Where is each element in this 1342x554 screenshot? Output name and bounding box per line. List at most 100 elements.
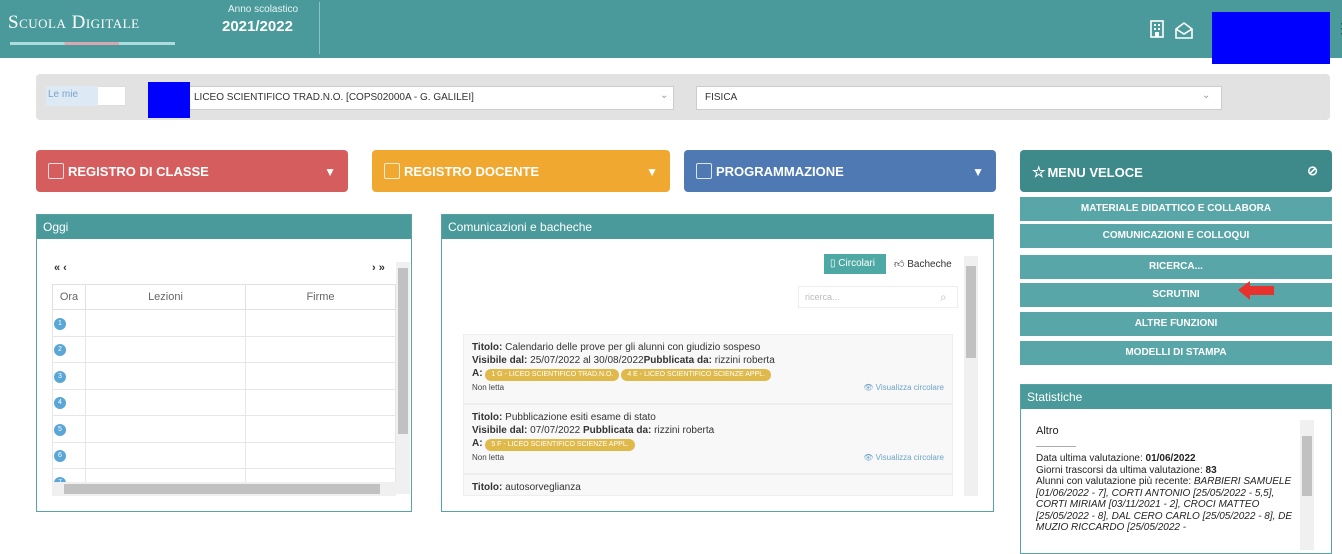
circolari-search-input[interactable]: ricerca...	[798, 286, 958, 308]
titolo-label: Titolo:	[472, 342, 503, 353]
stat-label: Data ultima valutazione:	[1036, 453, 1143, 464]
quick-item-scrutini[interactable]: SCRUTINI	[1020, 283, 1332, 307]
hour-badge[interactable]: 1	[54, 317, 66, 330]
comunicazioni-scroll-thumb[interactable]	[966, 266, 976, 358]
bookmark-icon: ▯	[830, 258, 836, 269]
registro-classe-button[interactable]: REGISTRO DI CLASSE ▼	[36, 150, 348, 192]
hour-badge[interactable]: 2	[54, 344, 66, 357]
table-row: 3	[52, 362, 396, 390]
table-row: 5	[52, 415, 396, 443]
statistiche-scroll-thumb[interactable]	[1302, 436, 1312, 496]
tab-bacheche[interactable]: 👍︎ Bacheche	[888, 254, 964, 274]
eye-icon: 👁︎	[863, 383, 874, 392]
signature-cell[interactable]	[245, 362, 396, 390]
visualizza-circolare-link[interactable]: 👁︎ Visualizza circolare	[863, 381, 944, 394]
chevron-down-icon[interactable]: ⌄	[660, 90, 668, 101]
tab-circolari[interactable]: ▯ Circolari	[824, 254, 886, 274]
stat-divider: --------------------	[1036, 443, 1076, 450]
tab-bacheche-label: Bacheche	[907, 259, 952, 270]
school-year-label: Anno scolastico	[228, 4, 299, 15]
quick-item-modelli-stampa[interactable]: MODELLI DI STAMPA	[1020, 341, 1332, 365]
prev-day-button[interactable]: « ‹	[54, 262, 67, 274]
caret-down-icon: ▼	[972, 165, 984, 179]
quick-item-altre-funzioni[interactable]: ALTRE FUNZIONI	[1020, 312, 1332, 336]
quick-item-materiale[interactable]: MATERIALE DIDATTICO E COLLABORA	[1020, 197, 1332, 221]
programmazione-button[interactable]: PROGRAMMAZIONE ▼	[684, 150, 996, 192]
oggi-title: Oggi	[37, 215, 411, 239]
logo-underline	[10, 42, 175, 45]
thumbs-up-icon: 👍︎	[894, 259, 905, 270]
next-day-button[interactable]: › »	[372, 262, 385, 274]
lesson-cell[interactable]	[85, 441, 246, 469]
visualizza-label: Visualizza circolare	[875, 383, 944, 392]
read-status: Non letta	[472, 383, 505, 392]
list-icon	[48, 163, 64, 179]
lesson-cell[interactable]	[85, 362, 246, 390]
circolare-dates: 07/07/2022	[530, 425, 581, 436]
circolare-author: rizzini roberta	[714, 355, 775, 366]
circolare-item[interactable]: Titolo: Calendario delle prove per gli a…	[463, 334, 953, 404]
hour-badge[interactable]: 6	[54, 450, 66, 463]
chart-icon	[696, 163, 712, 179]
circolare-item[interactable]: Titolo: Pubblicazione esiti esame di sta…	[463, 404, 953, 474]
signature-cell[interactable]	[245, 309, 396, 337]
signature-cell[interactable]	[245, 441, 396, 469]
circolare-item[interactable]: Titolo: autosorveglianza	[463, 474, 953, 496]
oggi-scroll-thumb[interactable]	[398, 268, 408, 434]
building-icon[interactable]	[1148, 20, 1166, 38]
table-row: 2	[52, 335, 396, 363]
lesson-cell[interactable]	[85, 309, 246, 337]
lesson-cell[interactable]	[85, 335, 246, 363]
user-avatar[interactable]	[1212, 12, 1330, 64]
hour-badge[interactable]: 3	[54, 370, 66, 383]
registro-classe-label: REGISTRO DI CLASSE	[68, 164, 209, 179]
hour-badge[interactable]: 5	[54, 423, 66, 436]
app-logo[interactable]: Scuola Digitale	[8, 12, 140, 34]
stat-section-title: Altro	[1036, 425, 1059, 437]
school-select[interactable]: LICEO SCIENTIFICO TRAD.N.O. [COPS02000A …	[190, 86, 674, 110]
pubblicata-label: Pubblicata da:	[583, 425, 652, 436]
red-arrow-annotation	[1236, 278, 1276, 304]
visualizza-label: Visualizza circolare	[875, 453, 944, 462]
subject-select[interactable]: FISICA	[696, 86, 1222, 110]
class-avatar	[148, 82, 190, 118]
visibile-label: Visibile dal:	[472, 425, 528, 436]
class-select-value[interactable]: Le mie	[46, 86, 98, 106]
lessons-table: Ora Lezioni Firme 1 2 3 4 5 6 7	[52, 284, 396, 496]
stat-label: Alunni con valutazione più recente:	[1036, 476, 1192, 487]
menu-veloce-label: MENU VELOCE	[1047, 165, 1143, 180]
visualizza-circolare-link[interactable]: 👁︎ Visualizza circolare	[863, 451, 944, 464]
registro-docente-button[interactable]: REGISTRO DOCENTE ▼	[372, 150, 670, 192]
programmazione-label: PROGRAMMAZIONE	[716, 164, 844, 179]
menu-veloce-header[interactable]: ☆ MENU VELOCE ⊘	[1020, 150, 1332, 192]
comunicazioni-title: Comunicazioni e bacheche	[442, 215, 993, 239]
signature-cell[interactable]	[245, 335, 396, 363]
mail-icon[interactable]	[1174, 22, 1194, 40]
settings-icon[interactable]: ⊘	[1307, 163, 1318, 179]
oggi-hscroll-thumb[interactable]	[64, 484, 380, 494]
circolare-title: autosorveglianza	[505, 482, 581, 493]
search-icon[interactable]: ⌕	[940, 290, 947, 305]
signature-cell[interactable]	[245, 415, 396, 443]
caret-down-icon: ▼	[646, 165, 658, 179]
quick-item-comunicazioni[interactable]: COMUNICAZIONI E COLLOQUI	[1020, 224, 1332, 248]
quick-item-ricerca[interactable]: RICERCA...	[1020, 255, 1332, 279]
chevron-down-icon[interactable]: ⌄	[1202, 90, 1210, 101]
circolare-title: Pubblicazione esiti esame di stato	[505, 412, 656, 423]
stat-value: 01/06/2022	[1145, 453, 1196, 464]
caret-down-icon: ▼	[324, 165, 336, 179]
registro-docente-label: REGISTRO DOCENTE	[404, 164, 540, 179]
school-year-value[interactable]: 2021/2022	[222, 18, 293, 35]
statistiche-body: Altro -------------------- Data ultima v…	[1036, 425, 1298, 534]
circolare-author: rizzini roberta	[654, 425, 715, 436]
hour-badge[interactable]: 4	[54, 397, 66, 410]
lesson-cell[interactable]	[85, 388, 246, 416]
stat-label: Giorni trascorsi da ultima valutazione:	[1036, 464, 1203, 476]
more-icon[interactable]: ⋮	[1335, 20, 1342, 37]
signature-cell[interactable]	[245, 388, 396, 416]
circolare-dates: 25/07/2022 al 30/08/2022	[530, 355, 644, 366]
star-icon: ☆	[1032, 164, 1046, 181]
titolo-label: Titolo:	[472, 412, 503, 423]
lesson-cell[interactable]	[85, 415, 246, 443]
tab-circolari-label: Circolari	[838, 258, 875, 269]
